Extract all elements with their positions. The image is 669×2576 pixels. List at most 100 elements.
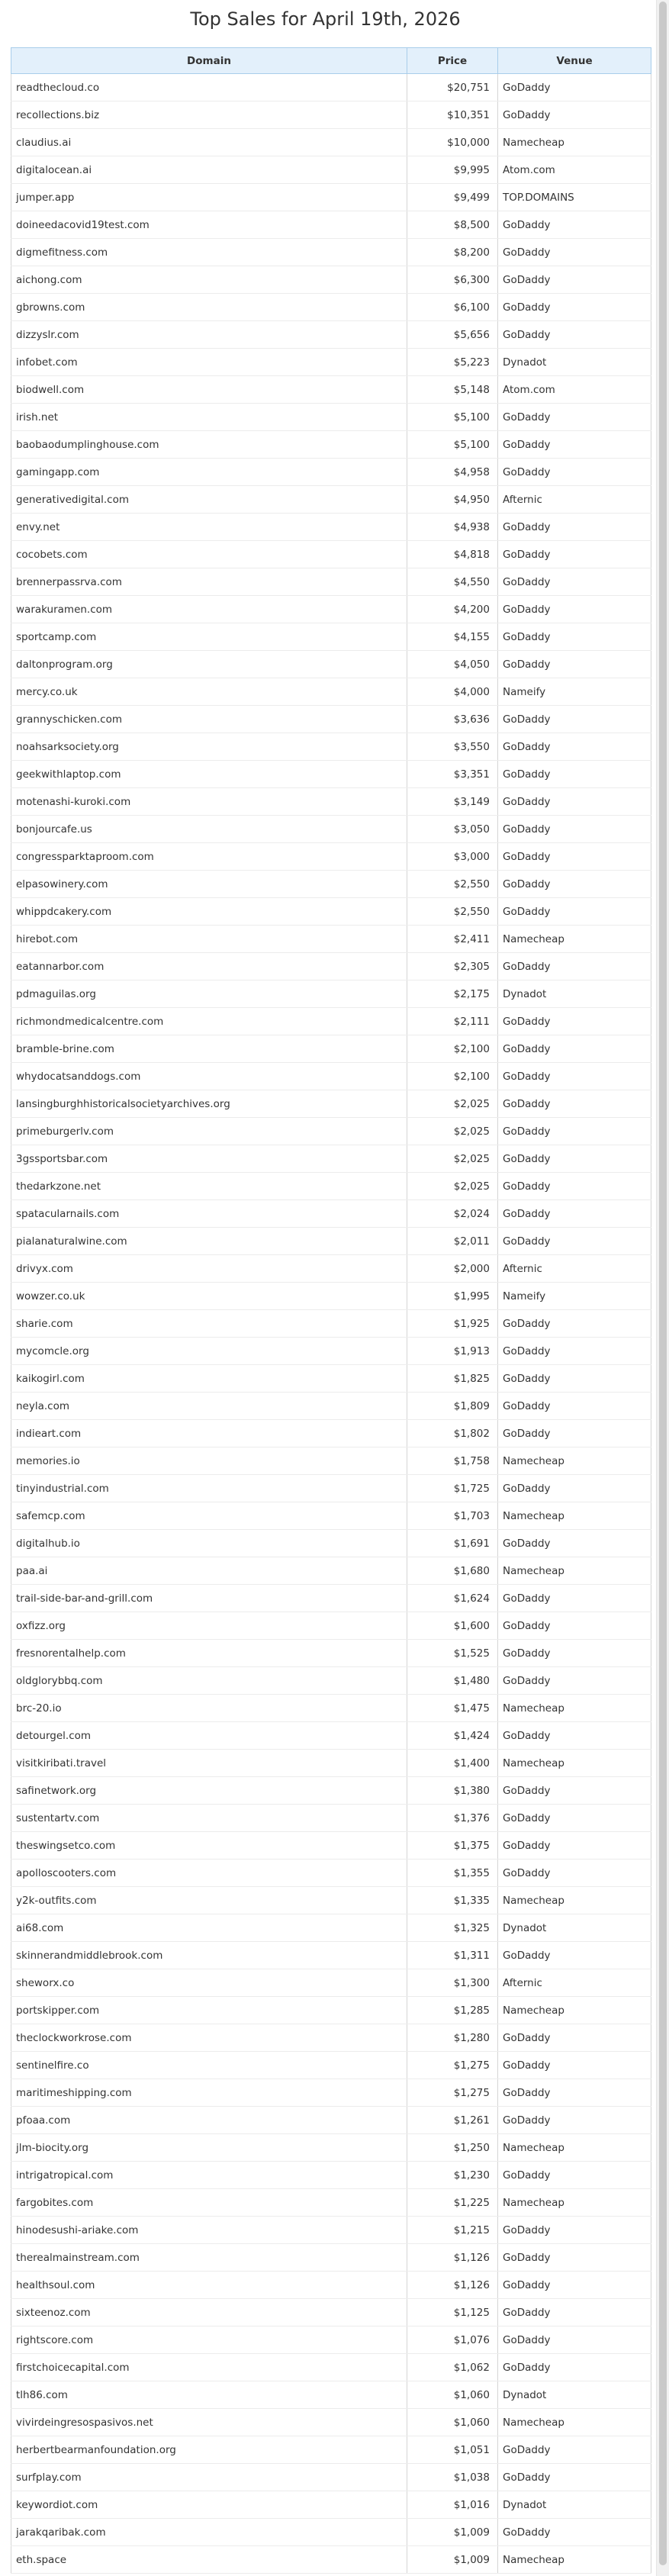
domain-cell: biodwell.com [11,375,407,404]
table-row: drivyx.com $2,000 Afternic [11,1254,651,1283]
domain-cell: sustentartv.com [11,1804,407,1832]
venue-cell: GoDaddy [497,211,651,239]
price-cell: $1,062 [407,2353,498,2381]
table-row: bramble-brine.com $2,100 GoDaddy [11,1035,651,1063]
price-cell: $1,311 [407,1941,498,1969]
domain-cell: pialanaturalwine.com [11,1227,407,1255]
price-cell: $5,100 [407,403,498,431]
table-row: healthsoul.com $1,126 GoDaddy [11,2271,651,2299]
venue-cell: GoDaddy [497,1804,651,1832]
table-row: rightscore.com $1,076 GoDaddy [11,2326,651,2354]
table-row: baobaodumplinghouse.com $5,100 GoDaddy [11,430,651,459]
domain-cell: doineedacovid19test.com [11,211,407,239]
table-row: detourgel.com $1,424 GoDaddy [11,1721,651,1750]
venue-cell: GoDaddy [497,1035,651,1063]
venue-cell: Namecheap [497,128,651,156]
table-row: paa.ai $1,680 Namecheap [11,1557,651,1585]
domain-cell: indieart.com [11,1419,407,1447]
domain-cell: motenashi-kuroki.com [11,787,407,816]
venue-cell: GoDaddy [497,650,651,678]
price-cell: $1,275 [407,2051,498,2079]
domain-cell: digitalocean.ai [11,156,407,184]
scrollbar-thumb[interactable] [659,2,667,2565]
domain-cell: jarakqaribak.com [11,2518,407,2546]
domain-cell: pdmaguilas.org [11,980,407,1008]
table-row: brc-20.io $1,475 Namecheap [11,1694,651,1722]
price-cell: $3,351 [407,760,498,788]
domain-cell: envy.net [11,513,407,541]
price-cell: $4,958 [407,458,498,486]
domain-cell: bramble-brine.com [11,1035,407,1063]
domain-cell: ai68.com [11,1914,407,1942]
venue-cell: GoDaddy [497,2106,651,2134]
venue-cell: GoDaddy [497,2326,651,2354]
table-row: pfoaa.com $1,261 GoDaddy [11,2106,651,2134]
table-row: jlm-biocity.org $1,250 Namecheap [11,2133,651,2162]
price-cell: $1,475 [407,1694,498,1722]
column-header-price[interactable]: Price [407,47,498,74]
table-row: apolloscooters.com $1,355 GoDaddy [11,1859,651,1887]
domain-cell: tlh86.com [11,2381,407,2409]
venue-cell: Dynadot [497,980,651,1008]
venue-cell: TOP.DOMAINS [497,183,651,211]
domain-cell: bonjourcafe.us [11,815,407,843]
table-row: motenashi-kuroki.com $3,149 GoDaddy [11,787,651,816]
venue-cell: Namecheap [497,925,651,953]
venue-cell: GoDaddy [497,842,651,871]
domain-cell: y2k-outfits.com [11,1886,407,1914]
price-cell: $4,818 [407,540,498,568]
table-row: sharie.com $1,925 GoDaddy [11,1309,651,1338]
venue-cell: GoDaddy [497,2079,651,2107]
column-header-domain[interactable]: Domain [11,47,407,74]
domain-cell: safinetwork.org [11,1776,407,1805]
venue-cell: GoDaddy [497,1721,651,1750]
venue-cell: GoDaddy [497,1776,651,1805]
table-row: skinnerandmiddlebrook.com $1,311 GoDaddy [11,1941,651,1969]
venue-cell: Namecheap [497,2408,651,2436]
vertical-scrollbar[interactable] [656,0,669,2576]
table-row: fargobites.com $1,225 Namecheap [11,2188,651,2217]
price-cell: $8,200 [407,238,498,266]
domain-cell: richmondmedicalcentre.com [11,1007,407,1035]
venue-cell: GoDaddy [497,815,651,843]
table-row: pialanaturalwine.com $2,011 GoDaddy [11,1227,651,1255]
price-cell: $1,480 [407,1666,498,1695]
price-cell: $2,411 [407,925,498,953]
price-cell: $9,499 [407,183,498,211]
price-cell: $2,000 [407,1254,498,1283]
table-row: trail-side-bar-and-grill.com $1,624 GoDadd… [11,1584,651,1612]
domain-cell: daltonprogram.org [11,650,407,678]
venue-cell: GoDaddy [497,458,651,486]
price-cell: $1,275 [407,2079,498,2107]
price-cell: $1,400 [407,1749,498,1777]
column-header-venue[interactable]: Venue [497,47,651,74]
price-cell: $2,011 [407,1227,498,1255]
price-cell: $1,825 [407,1364,498,1393]
domain-cell: irish.net [11,403,407,431]
table-row: hirebot.com $2,411 Namecheap [11,925,651,953]
venue-cell: GoDaddy [497,1474,651,1502]
venue-cell: Dynadot [497,1914,651,1942]
table-row: jumper.app $9,499 TOP.DOMAINS [11,183,651,211]
table-row: daltonprogram.org $4,050 GoDaddy [11,650,651,678]
price-cell: $3,000 [407,842,498,871]
venue-cell: GoDaddy [497,2216,651,2244]
price-cell: $1,380 [407,1776,498,1805]
venue-cell: Namecheap [497,2188,651,2217]
venue-cell: GoDaddy [497,1227,651,1255]
venue-cell: GoDaddy [497,320,651,349]
price-cell: $1,624 [407,1584,498,1612]
price-cell: $4,050 [407,650,498,678]
table-row: elpasowinery.com $2,550 GoDaddy [11,870,651,898]
table-row: cocobets.com $4,818 GoDaddy [11,540,651,568]
table-row: lansingburghhistoricalsocietyarchives.or… [11,1090,651,1118]
price-cell: $9,995 [407,156,498,184]
venue-cell: GoDaddy [497,1090,651,1118]
domain-cell: eatannarbor.com [11,952,407,980]
domain-cell: hirebot.com [11,925,407,953]
venue-cell: Afternic [497,1969,651,1997]
venue-cell: Namecheap [497,1502,651,1530]
venue-cell: GoDaddy [497,430,651,459]
domain-cell: intrigatropical.com [11,2161,407,2189]
venue-cell: GoDaddy [497,403,651,431]
